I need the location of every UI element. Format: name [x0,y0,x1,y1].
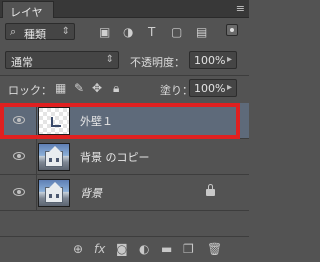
fx-icon[interactable]: fx [94,243,105,255]
window-detail [49,194,52,198]
divider [36,175,37,211]
window-detail [56,194,59,198]
chevron-right-icon: ▸ [226,54,232,65]
filter-kind-dropdown[interactable]: ⌕ 種類 ⇕ [5,23,75,41]
fill-field[interactable]: 100% ▸ [189,79,237,97]
building-image [45,146,63,167]
layer-name[interactable]: 外壁１ [80,113,113,129]
link-layers-icon[interactable]: ⊕ [73,243,83,255]
layer-thumbnail [38,179,70,207]
layer-row-exterior-wall[interactable]: 外壁１ [0,103,249,139]
add-mask-icon[interactable]: ◙ [116,243,128,255]
trash-icon[interactable]: 🗑︎ [207,243,222,255]
shape-filter-icon[interactable]: ▢ [171,26,182,38]
lock-label: ロック： [8,84,52,97]
building-image [45,182,63,203]
new-layer-icon[interactable]: ❐ [183,243,194,255]
tab-layers[interactable]: レイヤー [2,1,54,35]
visibility-eye-icon[interactable] [13,188,25,196]
visibility-eye-icon[interactable] [13,152,25,160]
window-detail [49,158,52,162]
group-folder-icon[interactable]: ▬ [161,243,172,255]
type-filter-icon[interactable]: T [148,26,155,38]
window-detail [56,158,59,162]
lock-all-icon[interactable]: 🔒︎ [113,82,119,94]
divider [36,139,37,175]
lock-transparent-icon[interactable]: ▦ [55,82,66,94]
chevron-updown-icon: ⇕ [61,26,70,37]
layers-list: 外壁１ 背景 のコピー 背景 [0,100,249,236]
visibility-eye-icon[interactable] [13,116,25,124]
lock-icon[interactable] [206,184,215,197]
search-icon: ⌕ [10,25,17,38]
layer-name[interactable]: 背景 [80,185,102,201]
opacity-field[interactable]: 100% ▸ [189,51,237,69]
layer-thumbnail [38,143,70,171]
smart-object-filter-icon[interactable]: ▤ [196,26,207,38]
layer-row-background[interactable]: 背景 [0,175,249,211]
layer-name[interactable]: 背景 のコピー [80,149,150,165]
chevron-right-icon: ▸ [226,82,232,93]
layer-thumbnail [38,107,70,135]
blend-mode-value: 通常 [11,56,33,69]
image-filter-icon[interactable]: ▣ [99,26,110,38]
fill-value: 100% [194,82,226,95]
lock-image-icon[interactable]: ✎ [74,82,84,94]
adjustment-layer-icon[interactable]: ◐ [139,243,149,255]
divider [0,75,249,76]
layer-row-background-copy[interactable]: 背景 のコピー [0,139,249,175]
layer-content-mark [51,117,61,127]
panel-titlebar: レイヤー ≡ [0,0,249,35]
filter-toggle[interactable] [226,24,238,36]
opacity-label: 不透明度： [130,56,185,69]
blend-mode-dropdown[interactable]: 通常 ⇕ [5,51,119,69]
panel-menu-icon[interactable]: ≡ [236,3,245,14]
divider [36,103,37,139]
filter-kind-label: 種類 [24,28,46,41]
bottom-toolbar: ⊕ fx ◙ ◐ ▬ ❐ 🗑︎ [0,236,249,262]
chevron-updown-icon: ⇕ [105,54,114,65]
adjustment-filter-icon[interactable]: ◑ [123,26,133,38]
opacity-value: 100% [194,54,226,67]
lock-position-icon[interactable]: ✥ [92,82,102,94]
